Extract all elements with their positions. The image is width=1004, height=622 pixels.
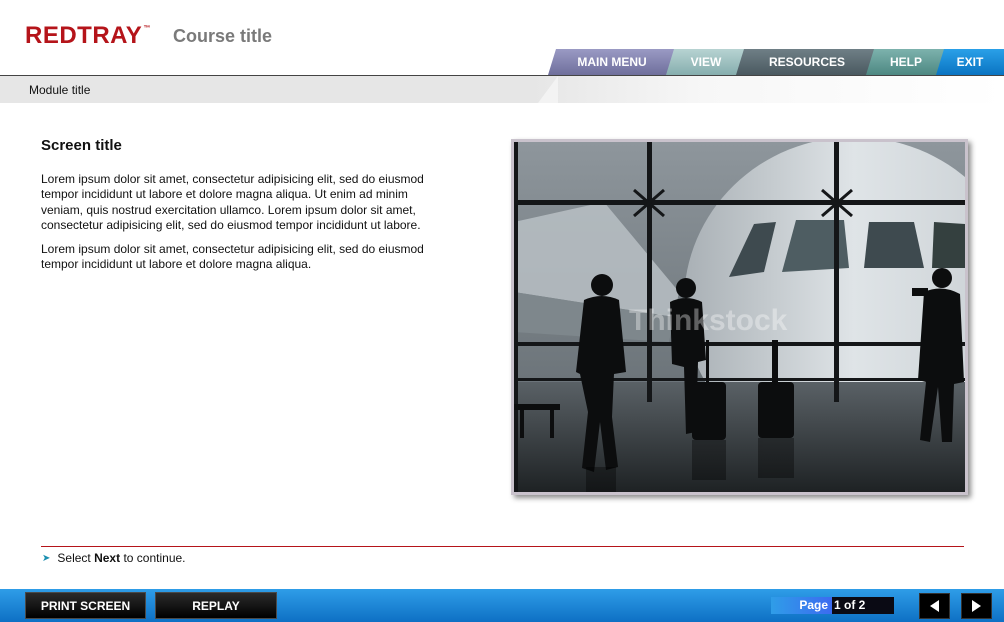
- tab-help[interactable]: HELP: [866, 49, 946, 75]
- body-paragraph-1: Lorem ipsum dolor sit amet, consectetur …: [41, 172, 424, 232]
- chevron-right-icon: ➤: [42, 552, 51, 564]
- main-nav: MAIN MENU VIEW RESOURCES HELP EXIT: [548, 49, 1004, 75]
- thinkstock-watermark: Thinkstock: [629, 304, 788, 337]
- page-indicator: Page 1 of 2: [771, 597, 894, 614]
- print-screen-button[interactable]: PRINT SCREEN: [25, 592, 146, 619]
- airport-photo: Thinkstock: [511, 139, 968, 495]
- instruction-divider: [41, 546, 964, 547]
- instruction-prefix: Select: [57, 551, 91, 565]
- previous-button[interactable]: [919, 593, 950, 619]
- page-value: 1 of 2: [832, 597, 894, 614]
- redtray-logo: REDTRAY™: [25, 22, 151, 50]
- instruction-suffix: to continue.: [123, 551, 186, 565]
- replay-button[interactable]: REPLAY: [155, 592, 277, 619]
- module-title: Module title: [29, 83, 91, 97]
- screen-title: Screen title: [41, 137, 122, 154]
- next-button[interactable]: [961, 593, 992, 619]
- tab-resources[interactable]: RESOURCES: [736, 49, 878, 75]
- arrow-left-icon: [930, 600, 939, 612]
- footer-bar: PRINT SCREEN REPLAY Page 1 of 2: [0, 589, 1004, 622]
- arrow-right-icon: [972, 600, 981, 612]
- instruction-line: ➤ Select Next to continue.: [42, 551, 186, 565]
- tab-exit[interactable]: EXIT: [936, 49, 1004, 75]
- tab-view[interactable]: VIEW: [666, 49, 746, 75]
- logo-text: REDTRAY: [25, 22, 143, 49]
- tab-main-menu[interactable]: MAIN MENU: [548, 49, 676, 75]
- module-bar: Module title: [0, 76, 1004, 103]
- logo-trademark: ™: [143, 25, 151, 32]
- instruction-keyword: Next: [94, 551, 121, 565]
- instruction-text: Select Next to continue.: [57, 551, 185, 565]
- page-label: Page: [771, 597, 832, 614]
- header: REDTRAY™ Course title MAIN MENU VIEW RES…: [0, 0, 1004, 76]
- body-paragraph-2: Lorem ipsum dolor sit amet, consectetur …: [41, 242, 424, 272]
- course-title: Course title: [173, 26, 273, 46]
- airport-photo-illustration: Thinkstock: [514, 142, 965, 492]
